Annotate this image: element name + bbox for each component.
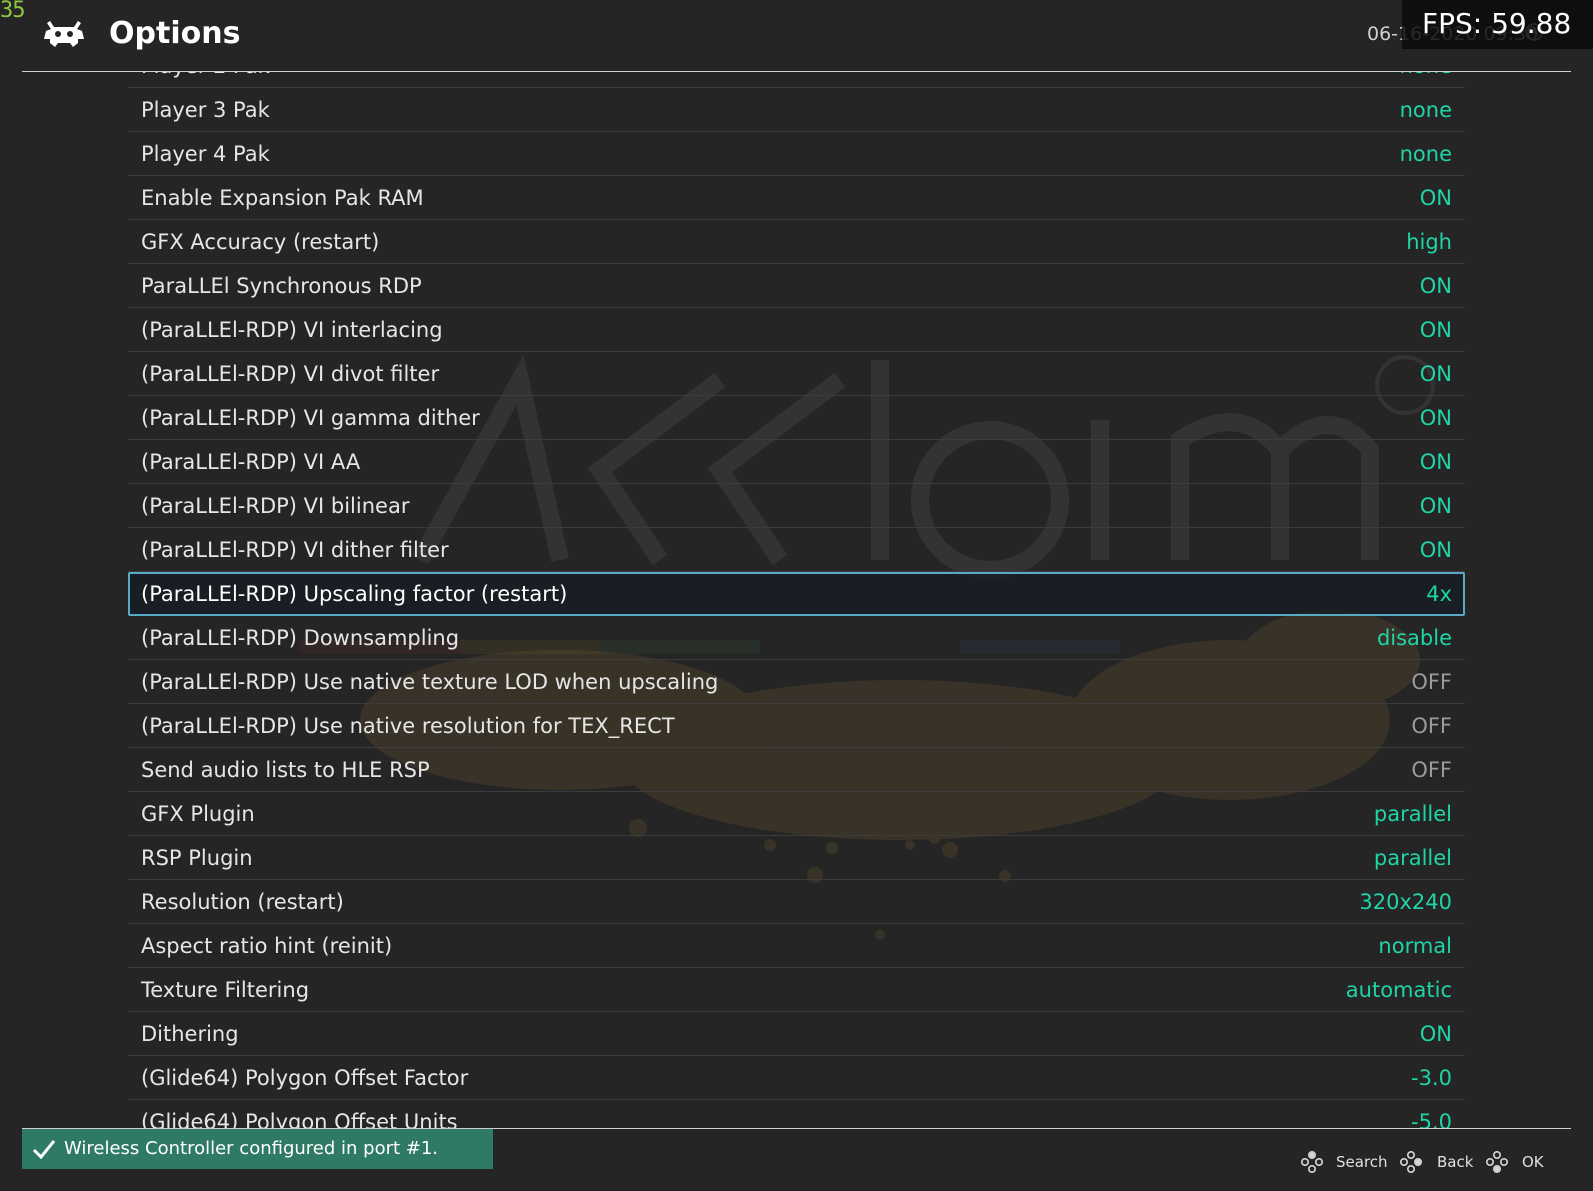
header: Options 06-16-2020 09:30 FPS: 59.88 (0, 0, 1593, 72)
option-label: (ParaLLEl-RDP) VI gamma dither (141, 406, 480, 430)
ok-label: OK (1522, 1153, 1544, 1171)
page-title: Options (109, 16, 241, 51)
option-row[interactable]: (ParaLLEl-RDP) VI divot filter ON (128, 352, 1465, 396)
option-label: GFX Plugin (141, 802, 255, 826)
option-label: RSP Plugin (141, 846, 253, 870)
back-label: Back (1437, 1153, 1474, 1171)
option-label: (Glide64) Polygon Offset Factor (141, 1066, 469, 1090)
option-label: (ParaLLEl-RDP) Downsampling (141, 626, 460, 650)
option-value: OFF (1411, 670, 1452, 694)
option-value: none (1400, 72, 1452, 88)
option-label: Resolution (restart) (141, 890, 344, 914)
option-row[interactable]: (ParaLLEl-RDP) Downsampling disable (128, 616, 1465, 660)
option-row[interactable]: Resolution (restart) 320x240 (128, 880, 1465, 924)
option-value: ON (1419, 186, 1452, 210)
option-value: 320x240 (1359, 890, 1452, 914)
option-value: ON (1419, 494, 1452, 518)
option-row[interactable]: ParaLLEl Synchronous RDP ON (128, 264, 1465, 308)
option-label: Player 4 Pak (141, 142, 270, 166)
option-label: Send audio lists to HLE RSP (141, 758, 430, 782)
option-value: ON (1419, 450, 1452, 474)
fps-counter: FPS: 59.88 (1422, 7, 1572, 40)
option-row[interactable]: (ParaLLEl-RDP) Use native resolution for… (128, 704, 1465, 748)
option-label: (ParaLLEl-RDP) VI interlacing (141, 318, 443, 342)
option-value: OFF (1411, 714, 1452, 738)
option-label: (ParaLLEl-RDP) VI dither filter (141, 538, 449, 562)
option-value: automatic (1345, 978, 1452, 1002)
option-row[interactable]: RSP Plugin parallel (128, 836, 1465, 880)
option-label: GFX Accuracy (restart) (141, 230, 380, 254)
option-row[interactable]: Dithering ON (128, 1012, 1465, 1056)
gamepad-buttons-icon (1300, 1150, 1324, 1174)
option-value: none (1399, 142, 1452, 166)
option-value: ON (1419, 362, 1452, 386)
gamepad-buttons-icon (1399, 1150, 1423, 1174)
option-label: Player 2 Pak (141, 72, 270, 88)
option-row[interactable]: Player 3 Pak none (128, 88, 1465, 132)
notification-toast: Wireless Controller configured in port #… (22, 1129, 493, 1169)
option-row[interactable]: Player 4 Pak none (128, 132, 1465, 176)
option-value: -3.0 (1411, 1066, 1452, 1090)
option-row[interactable]: (ParaLLEl-RDP) VI bilinear ON (128, 484, 1465, 528)
option-row[interactable]: (ParaLLEl-RDP) VI AA ON (128, 440, 1465, 484)
option-row[interactable]: (Glide64) Polygon Offset Units -5.0 (128, 1100, 1465, 1128)
option-value: ON (1419, 274, 1452, 298)
option-value: disable (1376, 626, 1452, 650)
option-value: -5.0 (1411, 1110, 1452, 1128)
option-value: OFF (1411, 758, 1452, 782)
options-list-viewport[interactable]: Player 2 PaknonePlayer 3 PaknonePlayer 4… (0, 72, 1593, 1128)
options-list: Player 2 PaknonePlayer 3 PaknonePlayer 4… (128, 72, 1465, 1128)
option-row[interactable]: GFX Accuracy (restart) high (128, 220, 1465, 264)
option-label: Enable Expansion Pak RAM (141, 186, 424, 210)
option-value: 4x (1426, 582, 1452, 606)
option-label: (Glide64) Polygon Offset Units (141, 1110, 458, 1128)
option-row[interactable]: (ParaLLEl-RDP) VI dither filter ON (128, 528, 1465, 572)
option-row[interactable]: (ParaLLEl-RDP) VI gamma dither ON (128, 396, 1465, 440)
option-row[interactable]: Send audio lists to HLE RSP OFF (128, 748, 1465, 792)
option-value: ON (1419, 538, 1452, 562)
option-label: (ParaLLEl-RDP) Use native resolution for… (141, 714, 675, 738)
option-row[interactable]: GFX Plugin parallel (128, 792, 1465, 836)
option-value: high (1406, 230, 1452, 254)
option-row-selected[interactable]: (ParaLLEl-RDP) Upscaling factor (restart… (128, 572, 1465, 616)
option-row[interactable]: Player 2 Pak none (128, 72, 1465, 88)
option-label: Dithering (141, 1022, 239, 1046)
option-label: Aspect ratio hint (reinit) (141, 934, 393, 958)
option-row[interactable]: Texture Filtering automatic (128, 968, 1465, 1012)
option-value: parallel (1373, 802, 1452, 826)
search-label: Search (1336, 1153, 1388, 1171)
option-label: ParaLLEl Synchronous RDP (141, 274, 422, 298)
option-label: (ParaLLEl-RDP) Use native texture LOD wh… (141, 670, 719, 694)
option-label: (ParaLLEl-RDP) VI AA (141, 450, 361, 474)
option-label: (ParaLLEl-RDP) Upscaling factor (restart… (141, 582, 568, 606)
option-row[interactable]: Enable Expansion Pak RAM ON (128, 176, 1465, 220)
option-row[interactable]: (ParaLLEl-RDP) VI interlacing ON (128, 308, 1465, 352)
option-value: ON (1419, 318, 1452, 342)
gamepad-buttons-icon (1485, 1150, 1509, 1174)
option-label: Texture Filtering (141, 978, 310, 1002)
option-label: (ParaLLEl-RDP) VI divot filter (141, 362, 440, 386)
notification-text: Wireless Controller configured in port #… (64, 1138, 439, 1159)
option-value: ON (1419, 406, 1452, 430)
option-value: none (1399, 98, 1452, 122)
option-value: parallel (1373, 846, 1452, 870)
option-row[interactable]: (Glide64) Polygon Offset Factor -3.0 (128, 1056, 1465, 1100)
checkmark-icon (32, 1140, 56, 1160)
option-row[interactable]: (ParaLLEl-RDP) Use native texture LOD wh… (128, 660, 1465, 704)
option-label: Player 3 Pak (141, 98, 270, 122)
option-label: (ParaLLEl-RDP) VI bilinear (141, 494, 410, 518)
retroarch-invader-icon (44, 21, 84, 47)
option-value: normal (1378, 934, 1452, 958)
option-row[interactable]: Aspect ratio hint (reinit) normal (128, 924, 1465, 968)
option-value: ON (1419, 1022, 1452, 1046)
